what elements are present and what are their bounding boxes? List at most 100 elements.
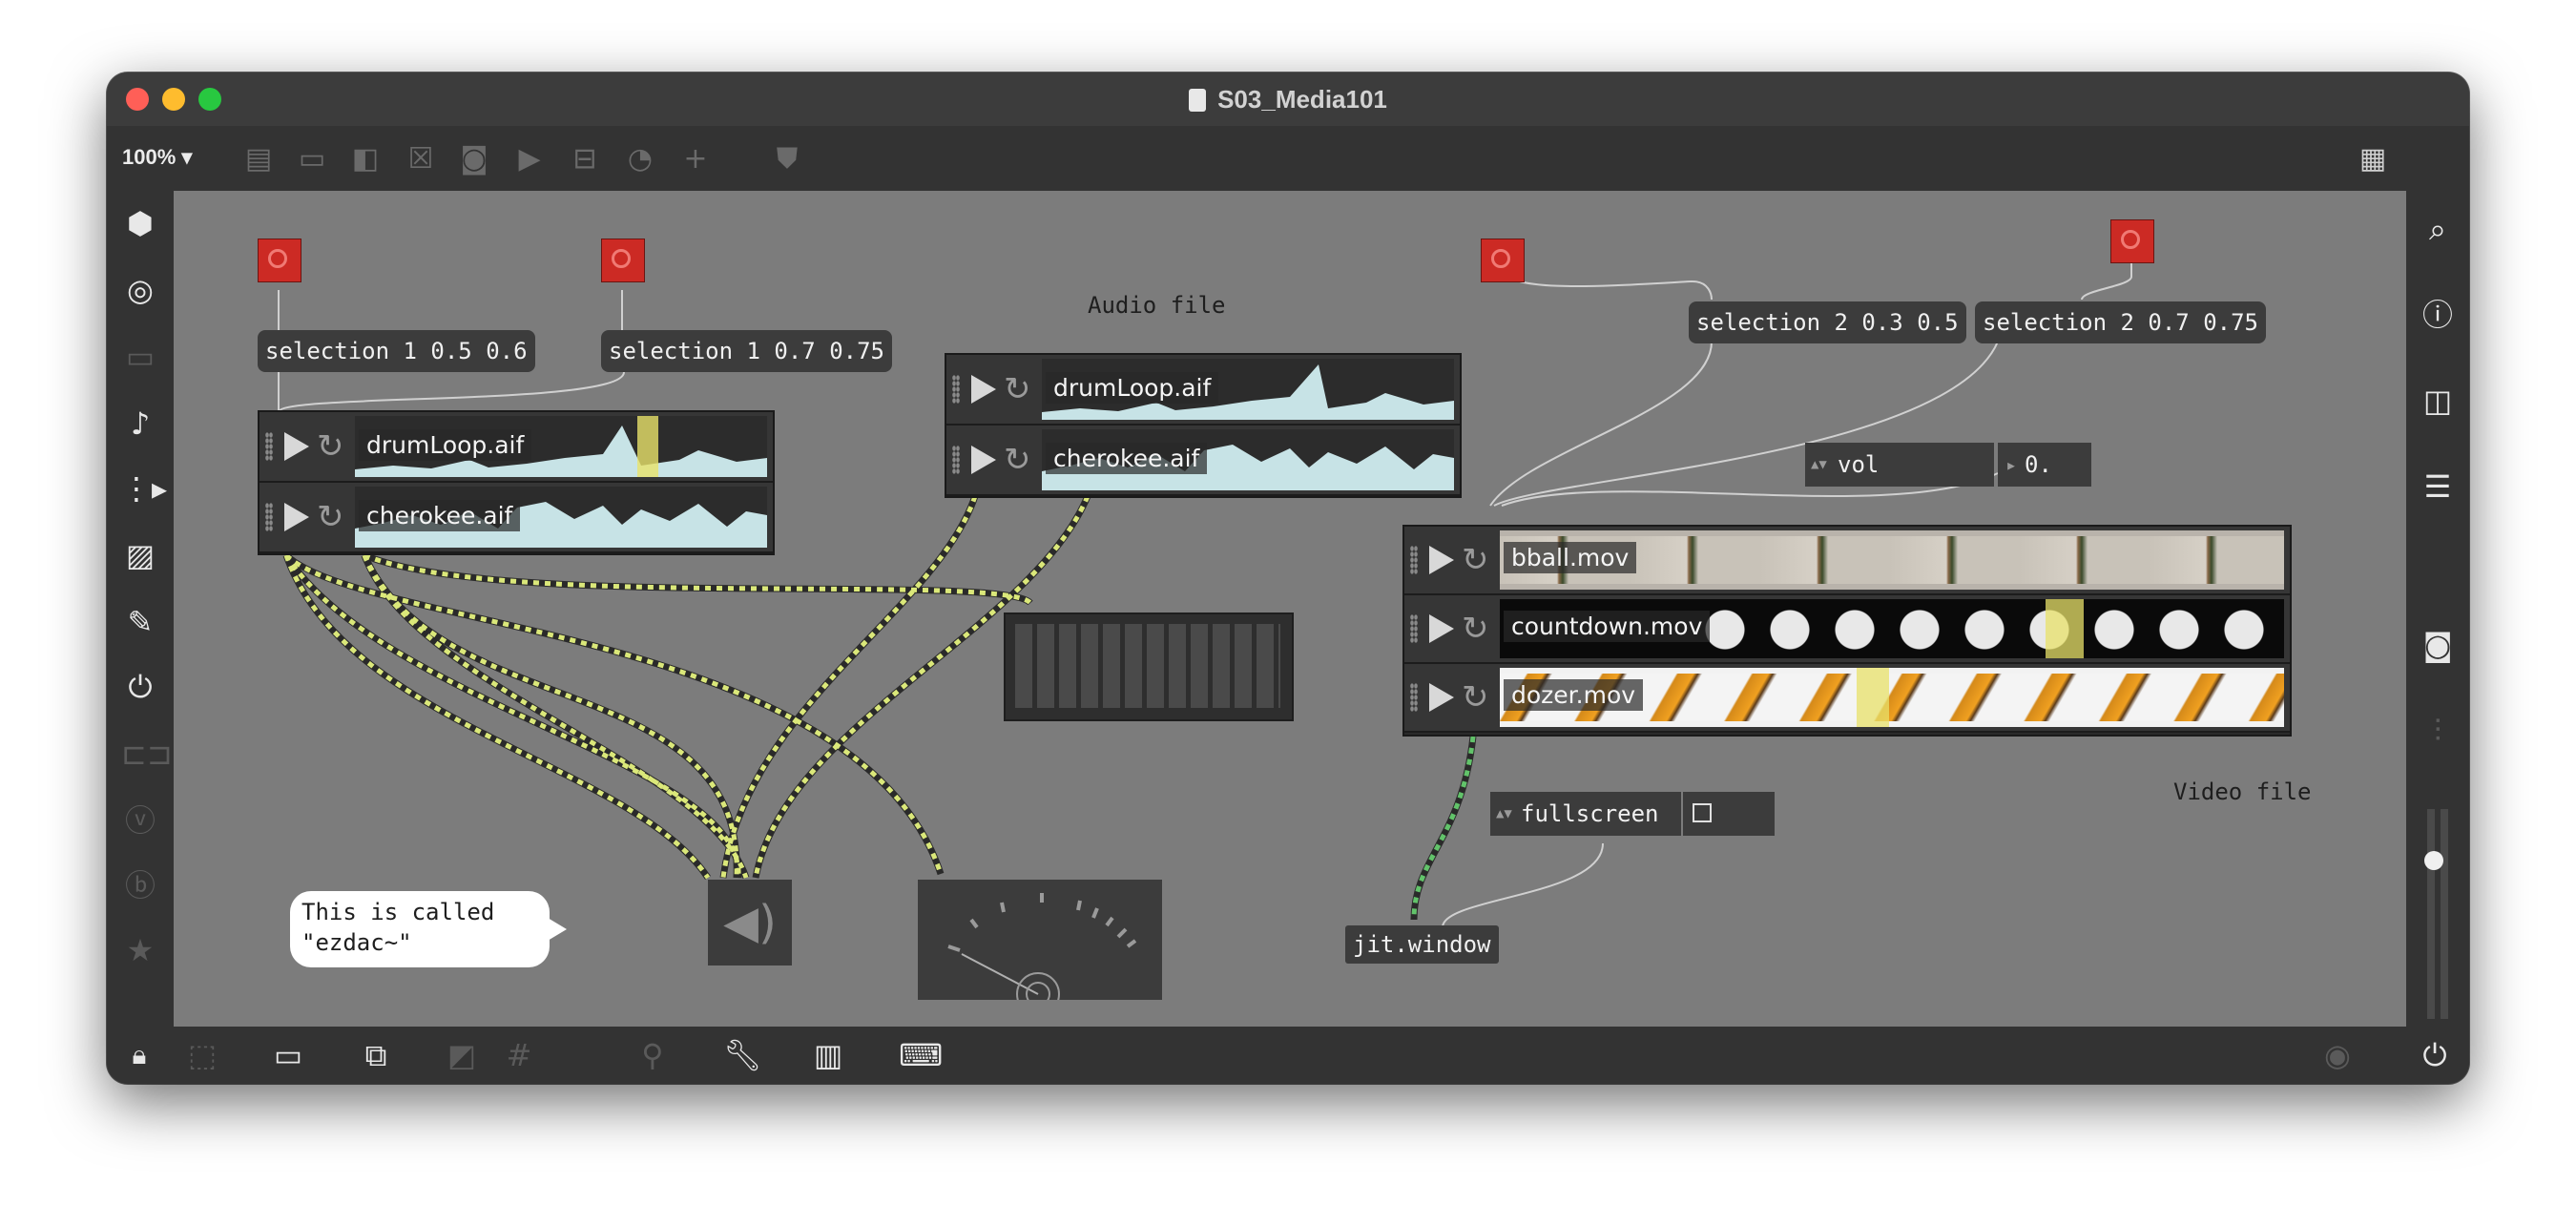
- slider-icon[interactable]: ⊟: [569, 143, 601, 176]
- paperclip-icon[interactable]: ✎: [121, 603, 159, 641]
- meter-display[interactable]: [1004, 612, 1294, 721]
- toggle-icon[interactable]: ☒: [405, 143, 437, 176]
- comment-icon[interactable]: ◧: [349, 143, 382, 176]
- message-selection-2-03-05[interactable]: selection 2 0.3 0.5: [1689, 301, 1966, 343]
- bang-button-1[interactable]: [258, 239, 301, 282]
- audio-playlist-left[interactable]: ↻ drumLoop.aif ↻ cherokee.aif: [258, 410, 775, 555]
- vol-value-box[interactable]: ▸ 0.: [1998, 443, 2091, 487]
- fullscreen-toggle[interactable]: [1683, 792, 1775, 836]
- music-note-icon[interactable]: ♪: [121, 405, 159, 443]
- search-icon[interactable]: ⌕: [2419, 210, 2457, 248]
- message-selection-1-07-075[interactable]: selection 1 0.7 0.75: [601, 330, 892, 372]
- loop-icon[interactable]: ↻: [1462, 681, 1489, 714]
- list-icon[interactable]: ☰: [2419, 467, 2457, 506]
- jit-window-object[interactable]: jit.window: [1345, 925, 1499, 964]
- playlist-item[interactable]: ↻ dozer.mov: [1404, 664, 2290, 733]
- playlist-item[interactable]: ↻ cherokee.aif: [946, 426, 1460, 496]
- bang-button-4[interactable]: [2110, 219, 2154, 263]
- windows-icon[interactable]: ⧉: [357, 1036, 395, 1074]
- bang-button-2[interactable]: [601, 239, 645, 282]
- audio-playlist-right[interactable]: ↻ drumLoop.aif ↻ cherokee.aif: [945, 353, 1462, 498]
- selection-highlight[interactable]: [1857, 668, 1889, 727]
- loop-icon[interactable]: ↻: [317, 501, 344, 533]
- meter-gauge[interactable]: [918, 880, 1162, 1016]
- title-bar[interactable]: S03_Media101: [107, 73, 2469, 127]
- loop-icon[interactable]: ↻: [1462, 544, 1489, 576]
- stepper-icon[interactable]: ▲▼: [1811, 443, 1827, 487]
- image-icon[interactable]: ▨: [121, 536, 159, 574]
- ezdac-speaker[interactable]: ◀): [708, 880, 792, 965]
- split-view-icon[interactable]: ◫: [2419, 382, 2457, 420]
- wrench-icon[interactable]: 🔧︎: [723, 1036, 762, 1074]
- playlist-item[interactable]: ↻ drumLoop.aif: [946, 355, 1460, 426]
- drag-handle-icon[interactable]: [952, 375, 960, 404]
- play-icon[interactable]: [971, 446, 996, 474]
- selection-highlight[interactable]: [637, 416, 658, 477]
- plug-icon[interactable]: ⏻: [121, 668, 159, 706]
- play-icon[interactable]: [284, 432, 309, 461]
- beap-icon[interactable]: ⓑ: [121, 866, 159, 904]
- play-icon[interactable]: [284, 503, 309, 531]
- dial-icon[interactable]: ◔: [624, 143, 656, 176]
- number-icon[interactable]: ▶: [513, 143, 546, 176]
- target-icon[interactable]: ◎: [121, 271, 159, 309]
- video-playlist[interactable]: ↻ bball.mov ↻ countdown.mov ↻ dozer.mov: [1402, 525, 2292, 737]
- loop-icon[interactable]: ↻: [1004, 373, 1031, 405]
- checkbox[interactable]: [1693, 803, 1712, 822]
- bang-button-3[interactable]: [1481, 239, 1525, 282]
- grid-menu-icon[interactable]: ▦: [2357, 143, 2389, 176]
- drag-handle-icon[interactable]: [1410, 683, 1418, 712]
- playlist-item[interactable]: ↻ cherokee.aif: [260, 483, 773, 553]
- button-icon[interactable]: ◙: [458, 143, 490, 176]
- document-icon: [1189, 89, 1207, 112]
- keyboard-icon[interactable]: ⌨: [899, 1036, 943, 1074]
- filmstrip-icon[interactable]: ▭: [121, 338, 159, 376]
- star-icon[interactable]: ★: [121, 931, 159, 969]
- patch-canvas[interactable]: selection 1 0.5 0.6 selection 1 0.7 0.75…: [174, 191, 2406, 1027]
- selection-highlight[interactable]: [2046, 599, 2084, 658]
- stepper-icon[interactable]: ▲▼: [1496, 792, 1512, 836]
- volume-slider-icon[interactable]: [2423, 809, 2452, 1019]
- drag-handle-icon[interactable]: [1410, 546, 1418, 574]
- run-icon[interactable]: ◉: [2318, 1036, 2357, 1074]
- fullscreen-message[interactable]: ▲▼ fullscreen: [1490, 792, 1681, 836]
- paint-bucket-icon[interactable]: ⛊: [771, 143, 803, 176]
- bubble-pointer: [548, 918, 567, 941]
- drag-handle-icon[interactable]: [1410, 614, 1418, 643]
- camera-icon[interactable]: ◙: [2419, 626, 2457, 664]
- lock-icon[interactable]: 🔒︎: [120, 1036, 158, 1074]
- message-icon[interactable]: ▭: [296, 143, 328, 176]
- vimeo-icon[interactable]: ⓥ: [121, 801, 159, 840]
- plus-icon[interactable]: +: [679, 143, 712, 176]
- piano-icon[interactable]: ▥: [809, 1036, 847, 1074]
- message-selection-1-05-06[interactable]: selection 1 0.5 0.6: [258, 330, 535, 372]
- loop-icon[interactable]: ↻: [1004, 444, 1031, 476]
- vol-number-box[interactable]: ▲▼ vol: [1805, 443, 1994, 487]
- mixer-icon[interactable]: ⫶: [2419, 712, 2457, 750]
- info-icon[interactable]: ⓘ: [2419, 296, 2457, 334]
- add-patcher-icon[interactable]: ⚲: [634, 1036, 672, 1074]
- play-icon[interactable]: [1429, 683, 1454, 712]
- loop-icon[interactable]: ↻: [1462, 612, 1489, 645]
- zoom-menu[interactable]: 100% ▾: [122, 145, 192, 170]
- message-selection-2-07-075[interactable]: selection 2 0.7 0.75: [1975, 301, 2266, 343]
- sequence-icon[interactable]: ⋮▸: [121, 469, 167, 508]
- grid-icon[interactable]: #: [500, 1036, 538, 1074]
- connector-icon[interactable]: ⊏⊐: [121, 735, 173, 773]
- play-icon[interactable]: [1429, 546, 1454, 574]
- play-icon[interactable]: [971, 375, 996, 404]
- hide-icon[interactable]: ◩: [443, 1036, 481, 1074]
- drag-handle-icon[interactable]: [265, 503, 273, 531]
- playlist-item[interactable]: ↻ drumLoop.aif: [260, 412, 773, 483]
- play-icon[interactable]: [1429, 614, 1454, 643]
- drag-handle-icon[interactable]: [265, 432, 273, 461]
- presentation-mode-icon[interactable]: ⬚: [183, 1036, 221, 1074]
- new-object-icon[interactable]: ▤: [242, 143, 275, 176]
- loop-icon[interactable]: ↻: [317, 430, 344, 463]
- power-icon[interactable]: ⏻: [2416, 1036, 2454, 1074]
- playlist-item[interactable]: ↻ bball.mov: [1404, 527, 2290, 595]
- presentation-icon[interactable]: ▭: [269, 1036, 307, 1074]
- cube-icon[interactable]: ⬢: [121, 204, 159, 242]
- drag-handle-icon[interactable]: [952, 446, 960, 474]
- playlist-item[interactable]: ↻ countdown.mov: [1404, 595, 2290, 664]
